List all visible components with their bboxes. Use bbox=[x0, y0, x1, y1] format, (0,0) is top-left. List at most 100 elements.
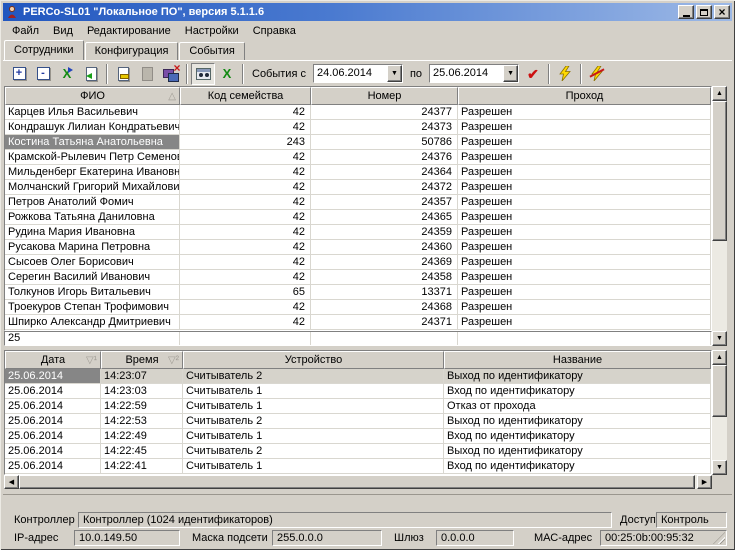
date-to-combo[interactable]: 25.06.2014 ▼ bbox=[429, 64, 519, 83]
cell[interactable]: 14:23:03 bbox=[101, 384, 183, 399]
cell[interactable]: Разрешен bbox=[458, 270, 711, 285]
cell[interactable]: 13371 bbox=[311, 285, 458, 300]
cell[interactable]: 24369 bbox=[311, 255, 458, 270]
employee-row[interactable]: Рожкова Татьяна Даниловна4224365Разрешен bbox=[5, 210, 711, 225]
apply-filter-button[interactable]: ✔ bbox=[521, 63, 545, 85]
delete-cards-button[interactable]: × bbox=[159, 63, 183, 85]
cell[interactable]: Мильденберг Екатерина Ивановна bbox=[5, 165, 180, 180]
view-events-button[interactable] bbox=[191, 63, 215, 85]
cell[interactable]: Крамской-Рылевич Петр Семенович bbox=[5, 150, 180, 165]
scroll-up-button[interactable]: ▲ bbox=[712, 86, 727, 101]
cell[interactable]: 243 bbox=[180, 135, 311, 150]
cell[interactable]: Считыватель 1 bbox=[183, 399, 444, 414]
cell[interactable]: 65 bbox=[180, 285, 311, 300]
menu-item-edit[interactable]: Редактирование bbox=[80, 23, 178, 39]
tab-employees[interactable]: Сотрудники bbox=[4, 40, 84, 60]
scroll-right-button[interactable]: ▶ bbox=[697, 475, 712, 489]
cell[interactable]: Разрешен bbox=[458, 195, 711, 210]
cell[interactable]: 25.06.2014 bbox=[5, 459, 101, 474]
employee-row[interactable]: Карцев Илья Васильевич4224377Разрешен bbox=[5, 105, 711, 120]
cell[interactable]: Считыватель 1 bbox=[183, 429, 444, 444]
cell[interactable]: Разрешен bbox=[458, 300, 711, 315]
event-row[interactable]: 25.06.201414:22:59Считыватель 1Отказ от … bbox=[5, 399, 711, 414]
cell[interactable]: Кондрашук Лилиан Кондратьевич bbox=[5, 120, 180, 135]
cell[interactable]: 42 bbox=[180, 315, 311, 330]
cell[interactable]: Русакова Марина Петровна bbox=[5, 240, 180, 255]
cell[interactable]: Отказ от прохода bbox=[444, 399, 711, 414]
cell[interactable]: Считыватель 2 bbox=[183, 444, 444, 459]
cell[interactable]: 24365 bbox=[311, 210, 458, 225]
cell[interactable]: 24360 bbox=[311, 240, 458, 255]
events-h-scrollbar[interactable]: ◀ ▶ bbox=[4, 475, 712, 489]
cell[interactable]: Шпирко Александр Дмитриевич bbox=[5, 315, 180, 330]
scroll-up-button[interactable]: ▲ bbox=[712, 350, 727, 365]
employee-row[interactable]: Русакова Марина Петровна4224360Разрешен bbox=[5, 240, 711, 255]
cell[interactable]: 24371 bbox=[311, 315, 458, 330]
event-row[interactable]: 25.06.201414:22:45Считыватель 2Выход по … bbox=[5, 444, 711, 459]
employees-scrollbar[interactable]: ▲ ▼ bbox=[712, 86, 727, 346]
employee-row[interactable]: Костина Татьяна Анатольевна24350786Разре… bbox=[5, 135, 711, 150]
cell[interactable]: Разрешен bbox=[458, 285, 711, 300]
column-header-1[interactable]: ФИО△ bbox=[5, 87, 180, 105]
employee-row[interactable]: Кондрашук Лилиан Кондратьевич4224373Разр… bbox=[5, 120, 711, 135]
start-poll-button[interactable] bbox=[553, 63, 577, 85]
add-record-button[interactable]: + bbox=[7, 63, 31, 85]
cell[interactable]: Выход по идентификатору bbox=[444, 414, 711, 429]
cell[interactable]: 42 bbox=[180, 195, 311, 210]
cell[interactable]: 24359 bbox=[311, 225, 458, 240]
cell[interactable]: Выход по идентификатору bbox=[444, 444, 711, 459]
date-from-combo[interactable]: 24.06.2014 ▼ bbox=[313, 64, 403, 83]
event-row[interactable]: 25.06.201414:22:53Считыватель 2Выход по … bbox=[5, 414, 711, 429]
menu-item-settings[interactable]: Настройки bbox=[178, 23, 246, 39]
employee-row[interactable]: Крамской-Рылевич Петр Семенович4224376Ра… bbox=[5, 150, 711, 165]
cell[interactable]: 14:22:49 bbox=[101, 429, 183, 444]
cell[interactable]: Молчанский Григорий Михайлович bbox=[5, 180, 180, 195]
cell[interactable]: Разрешен bbox=[458, 180, 711, 195]
cell[interactable]: Толкунов Игорь Витальевич bbox=[5, 285, 180, 300]
cell[interactable]: Разрешен bbox=[458, 240, 711, 255]
column-header-4[interactable]: Проход bbox=[458, 87, 711, 105]
cell[interactable]: 24358 bbox=[311, 270, 458, 285]
cell[interactable]: 14:23:07 bbox=[101, 369, 183, 384]
cell[interactable]: Карцев Илья Васильевич bbox=[5, 105, 180, 120]
employee-row[interactable]: Мильденберг Екатерина Ивановна4224364Раз… bbox=[5, 165, 711, 180]
cell[interactable]: Рожкова Татьяна Даниловна bbox=[5, 210, 180, 225]
employee-row[interactable]: Толкунов Игорь Витальевич6513371Разрешен bbox=[5, 285, 711, 300]
cell[interactable]: 42 bbox=[180, 150, 311, 165]
scroll-down-button[interactable]: ▼ bbox=[712, 460, 727, 475]
cell[interactable]: 24368 bbox=[311, 300, 458, 315]
employee-row[interactable]: Сысоев Олег Борисович4224369Разрешен bbox=[5, 255, 711, 270]
cell[interactable]: Считыватель 2 bbox=[183, 369, 444, 384]
cell[interactable]: Разрешен bbox=[458, 315, 711, 330]
column-header-2[interactable]: Время▽² bbox=[101, 351, 183, 369]
minimize-button[interactable] bbox=[678, 5, 694, 19]
maximize-button[interactable] bbox=[696, 5, 712, 19]
scroll-thumb[interactable] bbox=[712, 101, 727, 241]
menu-item-view[interactable]: Вид bbox=[46, 23, 80, 39]
cell[interactable]: Считыватель 1 bbox=[183, 384, 444, 399]
cell[interactable]: 42 bbox=[180, 180, 311, 195]
import-from-excel-button[interactable]: X bbox=[55, 63, 79, 85]
employee-row[interactable]: Молчанский Григорий Михайлович4224372Раз… bbox=[5, 180, 711, 195]
column-header-3[interactable]: Устройство bbox=[183, 351, 444, 369]
cell[interactable]: 25.06.2014 bbox=[5, 399, 101, 414]
employee-row[interactable]: Рудина Мария Ивановна4224359Разрешен bbox=[5, 225, 711, 240]
cell[interactable]: Разрешен bbox=[458, 255, 711, 270]
cell[interactable]: 24364 bbox=[311, 165, 458, 180]
event-row[interactable]: 25.06.201414:22:41Считыватель 1Вход по и… bbox=[5, 459, 711, 474]
export-to-excel-button[interactable]: X bbox=[215, 63, 239, 85]
cell[interactable]: Разрешен bbox=[458, 225, 711, 240]
cell[interactable]: 24373 bbox=[311, 120, 458, 135]
event-row[interactable]: 25.06.201414:22:49Считыватель 1Вход по и… bbox=[5, 429, 711, 444]
cell[interactable]: 42 bbox=[180, 105, 311, 120]
cell[interactable]: 24376 bbox=[311, 150, 458, 165]
cell[interactable]: 42 bbox=[180, 210, 311, 225]
cell[interactable]: 42 bbox=[180, 300, 311, 315]
employee-row[interactable]: Шпирко Александр Дмитриевич4224371Разреш… bbox=[5, 315, 711, 330]
scroll-down-button[interactable]: ▼ bbox=[712, 331, 727, 346]
export-file-button[interactable] bbox=[79, 63, 103, 85]
cell[interactable]: 14:22:41 bbox=[101, 459, 183, 474]
cell[interactable]: Разрешен bbox=[458, 150, 711, 165]
cell[interactable]: 14:22:45 bbox=[101, 444, 183, 459]
cell[interactable]: 25.06.2014 bbox=[5, 384, 101, 399]
